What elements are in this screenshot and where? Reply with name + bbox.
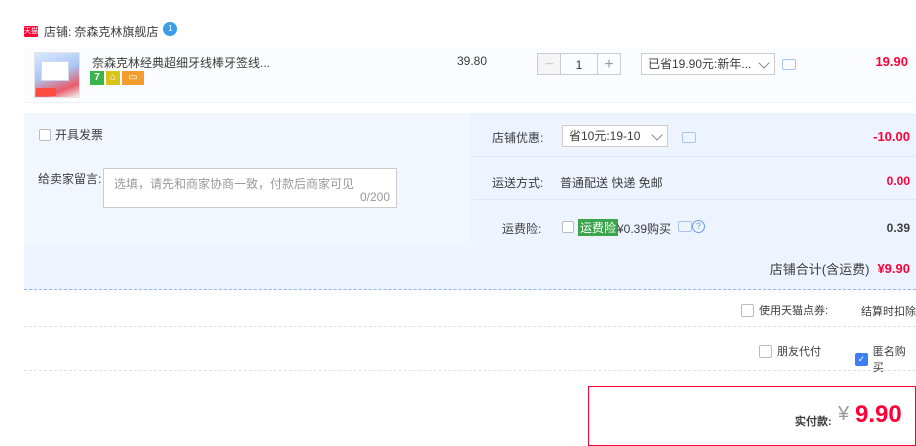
service-icons: 7 ⌂ ▭ bbox=[90, 71, 144, 85]
chat-icon[interactable]: 1 bbox=[163, 22, 178, 36]
seven-day-return-icon[interactable]: 7 bbox=[90, 71, 104, 85]
quantity-stepper: − 1 + bbox=[537, 53, 621, 75]
message-placeholder: 选填，请先和商家协商一致，付款后商家可见 bbox=[114, 177, 355, 191]
shop-discount-amount: -10.00 bbox=[873, 129, 910, 144]
friend-pay-label: 朋友代付 bbox=[777, 346, 821, 358]
payable-box: 实付款: ¥ 9.90 bbox=[588, 386, 916, 446]
product-thumbnail[interactable] bbox=[34, 52, 80, 98]
chevron-down-icon bbox=[651, 129, 663, 141]
divider bbox=[24, 326, 916, 327]
message-icon[interactable] bbox=[678, 221, 692, 232]
insurance-checkbox[interactable] bbox=[562, 221, 574, 233]
friend-pay-option: 朋友代付 bbox=[759, 343, 821, 359]
shop-name[interactable]: 奈森克林旗舰店 bbox=[74, 23, 158, 40]
payable-currency: ¥ bbox=[838, 403, 850, 425]
shipping-value: 普通配送 快递 免邮 bbox=[560, 176, 663, 190]
promo-select[interactable]: 已省19.90元:新年... bbox=[641, 53, 775, 75]
invoice-label: 开具发票 bbox=[55, 128, 104, 142]
points-checkbox[interactable] bbox=[741, 303, 754, 317]
shop-discount-value: 省10元:19-10 bbox=[569, 129, 641, 143]
shop-total: 店铺合计(含运费) ¥9.90 bbox=[770, 259, 910, 278]
guarantee-icon[interactable]: ⌂ bbox=[106, 71, 120, 85]
shipping-label: 运送方式: bbox=[492, 176, 544, 190]
unit-price: 39.80 bbox=[457, 54, 488, 68]
shop-discount-select[interactable]: 省10元:19-10 bbox=[562, 125, 668, 147]
invoice-option: 开具发票 bbox=[39, 126, 103, 143]
shop-discount-row: 店铺优惠: 省10元:19-10 -10.00 bbox=[470, 114, 916, 157]
insurance-desc: ¥0.39购买 bbox=[617, 222, 672, 236]
item-subtotal: 19.90 bbox=[875, 54, 908, 69]
insurance-label: 运费险: bbox=[502, 222, 542, 236]
payable-amount: 9.90 bbox=[855, 401, 902, 428]
shop-label: 店铺: bbox=[44, 24, 72, 39]
credit-card-icon[interactable]: ▭ bbox=[122, 71, 144, 85]
message-label: 给卖家留言: bbox=[38, 172, 102, 186]
anonymous-checkbox[interactable]: ✓ bbox=[855, 352, 868, 366]
increase-button[interactable]: + bbox=[597, 53, 621, 75]
message-textarea[interactable]: 选填，请先和商家协商一致，付款后商家可见 0/200 bbox=[103, 168, 397, 208]
shipping-row: 运送方式: 普通配送 快递 免邮 0.00 bbox=[470, 157, 916, 200]
shop-total-amount: ¥9.90 bbox=[877, 261, 910, 276]
shop-discount-label: 店铺优惠: bbox=[492, 131, 544, 145]
friend-pay-checkbox[interactable] bbox=[759, 344, 772, 358]
insurance-tag: 运费险 bbox=[578, 219, 619, 236]
tmall-badge-icon: 天猫 bbox=[24, 25, 38, 37]
cart-item-row: 奈森克林经典超细牙线棒牙签线... 7 ⌂ ▭ 39.80 − 1 + 已省19… bbox=[24, 48, 916, 103]
divider bbox=[24, 370, 916, 371]
insurance-row: 运费险: 运费险 ¥0.39购买 ? 0.39 bbox=[470, 200, 916, 242]
help-icon[interactable]: ? bbox=[692, 220, 705, 233]
chevron-down-icon bbox=[758, 57, 770, 69]
message-icon[interactable] bbox=[782, 59, 796, 70]
insurance-amount: 0.39 bbox=[886, 221, 910, 235]
shop-header: 天猫 店铺: 奈森克林旗舰店 1 bbox=[24, 18, 178, 44]
shop-total-label: 店铺合计(含运费) bbox=[769, 262, 870, 277]
points-note: 结算时扣除 bbox=[861, 306, 916, 318]
points-label: 使用天猫点券: bbox=[759, 305, 829, 317]
product-title[interactable]: 奈森克林经典超细牙线棒牙签线... bbox=[92, 54, 270, 71]
points-option: 使用天猫点券: bbox=[741, 302, 828, 318]
promo-value: 已省19.90元:新年... bbox=[648, 57, 752, 71]
quantity-input[interactable]: 1 bbox=[561, 53, 597, 75]
message-counter: 0/200 bbox=[359, 190, 390, 204]
invoice-checkbox[interactable] bbox=[39, 128, 51, 141]
payable-label: 实付款: bbox=[795, 416, 832, 428]
message-icon[interactable] bbox=[682, 132, 696, 143]
shipping-amount: 0.00 bbox=[886, 174, 910, 188]
decrease-button[interactable]: − bbox=[537, 53, 561, 75]
